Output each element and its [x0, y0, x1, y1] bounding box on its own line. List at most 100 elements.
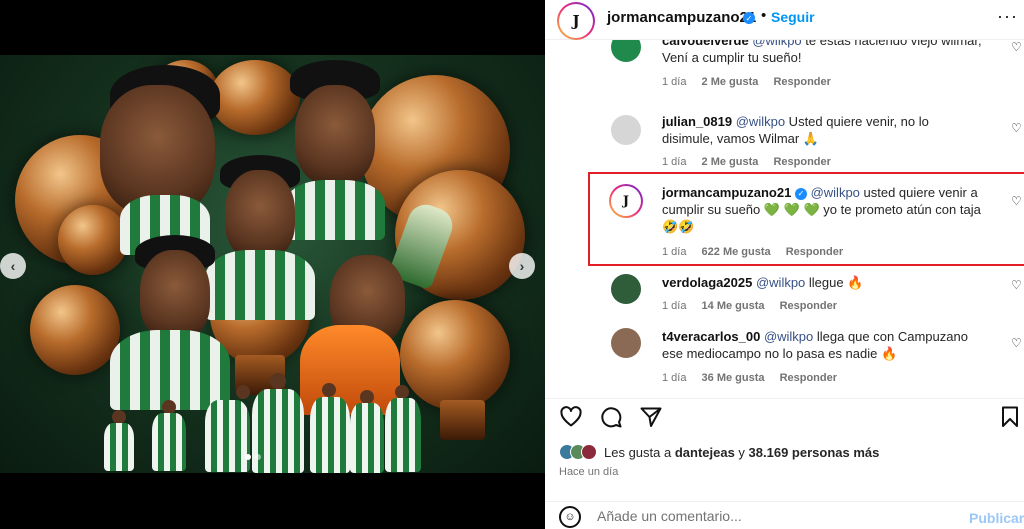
- likes-middle: y: [734, 444, 749, 460]
- emoji-icon[interactable]: ☺: [559, 506, 581, 528]
- player-face: [225, 170, 295, 260]
- commenter-username[interactable]: t4veracarlos_00: [662, 329, 760, 344]
- golden-ball: [210, 60, 300, 135]
- comment-time: 1 día: [662, 156, 687, 168]
- carousel-dot: [245, 454, 251, 460]
- comment-time: 1 día: [662, 76, 687, 88]
- highlight-box: [588, 172, 1024, 266]
- commenter-username[interactable]: calvodelverde: [662, 40, 749, 48]
- comment-like-heart-icon[interactable]: ♡: [1011, 121, 1022, 135]
- player-head: [360, 390, 374, 404]
- player-figure: [310, 397, 350, 473]
- share-icon[interactable]: [639, 405, 663, 429]
- player-head: [395, 385, 409, 399]
- player-figure: [252, 389, 304, 473]
- post-side-panel: J jormancampuzano21 ✓ • Seguir ··· calvo…: [545, 0, 1024, 529]
- mention-link[interactable]: @wilkpo: [736, 114, 785, 129]
- comment-likes[interactable]: 2 Me gusta: [702, 76, 759, 88]
- player-head: [162, 400, 176, 414]
- player-head: [270, 373, 286, 389]
- carousel-indicator: [245, 454, 261, 460]
- player-figure: [152, 413, 186, 471]
- reply-button[interactable]: Responder: [780, 372, 837, 384]
- reply-button[interactable]: Responder: [773, 76, 830, 88]
- heart-icon[interactable]: [559, 405, 583, 429]
- comment-composer: ☺ Publicar: [545, 501, 1024, 529]
- golden-ball: [58, 205, 128, 275]
- carousel-dot: [255, 454, 261, 460]
- player-figure: [205, 400, 250, 472]
- commenter-avatar[interactable]: [611, 115, 641, 145]
- comment-meta: 1 día 2 Me gusta Responder: [662, 156, 843, 168]
- player-shirt: [205, 250, 315, 320]
- chevron-right-icon: ›: [519, 258, 525, 274]
- player-face: [295, 85, 375, 185]
- instagram-post-view: ‹ › J jormancampuzano21 ✓ • Seguir ··· c…: [0, 0, 1024, 529]
- comment-meta: 1 día 14 Me gusta Responder: [662, 300, 849, 312]
- player-figure: [104, 423, 134, 471]
- likes-summary[interactable]: Les gusta a dantejeas y 38.169 personas …: [559, 442, 879, 462]
- author-username[interactable]: jormancampuzano21: [607, 9, 756, 26]
- comment-text: verdolaga2025 @wilkpo llegue 🔥: [662, 274, 982, 291]
- comment-body: llegue 🔥: [805, 275, 864, 290]
- player-figure: [350, 403, 384, 473]
- comment-like-heart-icon[interactable]: ♡: [1011, 40, 1022, 54]
- comment-input[interactable]: [597, 508, 957, 524]
- follow-button[interactable]: Seguir: [771, 9, 815, 25]
- comment-likes[interactable]: 36 Me gusta: [702, 372, 765, 384]
- comment-like-heart-icon[interactable]: ♡: [1011, 336, 1022, 350]
- carousel-next-button[interactable]: ›: [509, 253, 535, 279]
- comment-text: julian_0819 @wilkpo Usted quiere venir, …: [662, 113, 982, 147]
- bookmark-icon[interactable]: [999, 405, 1021, 429]
- comment-time: 1 día: [662, 300, 687, 312]
- mention-link[interactable]: @wilkpo: [752, 40, 801, 48]
- player-head: [236, 385, 250, 399]
- avatar-logo-text: J: [572, 12, 580, 30]
- trophy-stand: [440, 400, 485, 440]
- post-actions-bar: [545, 398, 1024, 438]
- chevron-left-icon: ‹: [10, 258, 16, 274]
- comment-likes[interactable]: 2 Me gusta: [702, 156, 759, 168]
- likes-count[interactable]: 38.169 personas más: [749, 445, 880, 460]
- comment-likes[interactable]: 14 Me gusta: [702, 300, 765, 312]
- author-avatar-ring[interactable]: J: [557, 2, 595, 40]
- comment-meta: 1 día 2 Me gusta Responder: [662, 76, 843, 88]
- verified-badge-icon: ✓: [743, 12, 755, 24]
- player-face: [140, 250, 210, 340]
- commenter-avatar[interactable]: [611, 328, 641, 358]
- comment-text: calvodelverde @wilkpo te estas haciendo …: [662, 40, 982, 66]
- commenter-avatar[interactable]: [611, 274, 641, 304]
- reply-button[interactable]: Responder: [780, 300, 837, 312]
- author-avatar: J: [559, 4, 593, 38]
- mention-link[interactable]: @wilkpo: [764, 329, 813, 344]
- publish-button[interactable]: Publicar: [969, 510, 1024, 526]
- likes-prefix: Les gusta a: [604, 444, 675, 460]
- player-shirt: [110, 330, 230, 410]
- commenter-avatar[interactable]: [611, 40, 641, 62]
- mention-link[interactable]: @wilkpo: [756, 275, 805, 290]
- player-figure: [385, 398, 421, 472]
- player-head: [322, 383, 336, 397]
- post-image[interactable]: [0, 55, 545, 473]
- comment-time: 1 día: [662, 372, 687, 384]
- comment-meta: 1 día 36 Me gusta Responder: [662, 372, 849, 384]
- player-shirt: [285, 180, 385, 240]
- comment-like-heart-icon[interactable]: ♡: [1011, 278, 1022, 292]
- commenter-username[interactable]: verdolaga2025: [662, 275, 752, 290]
- golden-ball: [30, 285, 120, 375]
- reply-button[interactable]: Responder: [773, 156, 830, 168]
- likes-text: Les gusta a dantejeas y 38.169 personas …: [604, 445, 879, 460]
- liker-avatar: [581, 444, 597, 460]
- separator-dot: •: [761, 7, 767, 24]
- media-panel: ‹ ›: [0, 0, 545, 529]
- commenter-username[interactable]: julian_0819: [662, 114, 732, 129]
- post-time: Hace un día: [559, 466, 619, 478]
- golden-ball: [400, 300, 510, 410]
- carousel-prev-button[interactable]: ‹: [0, 253, 26, 279]
- post-header: J jormancampuzano21 ✓ • Seguir ···: [545, 0, 1024, 40]
- comment-text: t4veracarlos_00 @wilkpo llega que con Ca…: [662, 328, 982, 362]
- liker-username[interactable]: dantejeas: [675, 445, 735, 460]
- more-options-icon[interactable]: ···: [997, 6, 1018, 27]
- player-head: [112, 410, 126, 424]
- comment-icon[interactable]: [599, 405, 623, 429]
